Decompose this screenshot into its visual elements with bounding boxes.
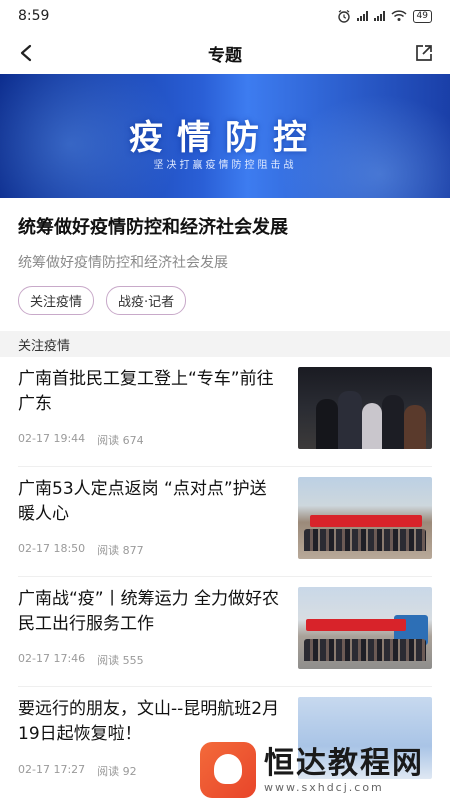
banner-title: 疫情防控 [129,118,321,158]
watermark: 恒达教程网 www.sxhdcj.com [200,740,450,800]
topic-tags: 关注疫情 战疫·记者 [18,286,432,315]
news-date: 02-17 17:27 [18,763,86,776]
news-date: 02-17 18:50 [18,542,86,555]
watermark-logo-icon [200,742,256,798]
news-date: 02-17 17:46 [18,652,86,665]
status-icons: 49 [337,9,432,23]
news-title: 广南53人定点返岗 “点对点”护送暖人心 [18,479,267,524]
signal-icon [356,11,368,21]
topic-title: 统筹做好疫情防控和经济社会发展 [18,217,288,238]
news-item[interactable]: 广南战“疫”丨统筹运力 全力做好农民工出行服务工作 02-17 17:46 阅读… [18,577,432,687]
section-title: 关注疫情 [18,338,71,354]
share-icon[interactable] [412,41,436,65]
news-item[interactable]: 广南首批民工复工登上“专车”前往广东 02-17 19:44 阅读 674 [18,357,432,467]
topic-description: 统筹做好疫情防控和经济社会发展 [18,255,228,271]
tag-follow-epidemic[interactable]: 关注疫情 [18,286,95,315]
back-arrow-icon[interactable] [14,41,38,65]
topic-banner: 疫情防控 坚决打赢疫情防控阻击战 [0,74,450,198]
alarm-icon [337,10,350,23]
signal-icon-2 [373,11,385,21]
news-reads: 阅读 674 [97,434,144,447]
news-date: 02-17 19:44 [18,432,86,445]
status-bar: 8:59 49 [0,0,450,32]
news-item[interactable]: 广南53人定点返岗 “点对点”护送暖人心 02-17 18:50 阅读 877 [18,467,432,577]
news-reads: 阅读 877 [97,544,144,557]
page-title: 专题 [208,45,242,66]
section-header: 关注疫情 [0,331,450,357]
watermark-url: www.sxhdcj.com [264,780,384,794]
news-thumbnail [298,587,432,669]
watermark-name: 恒达教程网 [264,745,424,781]
status-time: 8:59 [18,8,50,24]
news-title: 广南战“疫”丨统筹运力 全力做好农民工出行服务工作 [18,589,280,634]
news-reads: 阅读 555 [97,654,144,667]
tag-battle-reporter[interactable]: 战疫·记者 [106,286,187,315]
news-meta: 02-17 18:50 阅读 877 [18,542,280,558]
news-list: 广南首批民工复工登上“专车”前往广东 02-17 19:44 阅读 674 广南… [0,357,450,797]
wifi-icon [391,10,407,21]
nav-bar: 专题 [0,32,450,74]
news-meta: 02-17 19:44 阅读 674 [18,432,280,448]
news-thumbnail [298,477,432,559]
news-meta: 02-17 17:46 阅读 555 [18,652,280,668]
battery-icon: 49 [412,9,432,23]
news-thumbnail [298,367,432,449]
topic-info: 统筹做好疫情防控和经济社会发展 统筹做好疫情防控和经济社会发展 关注疫情 战疫·… [0,198,450,315]
banner-subtitle: 坚决打赢疫情防控阻击战 [153,160,297,171]
news-reads: 阅读 92 [97,765,137,778]
news-title: 广南首批民工复工登上“专车”前往广东 [18,369,274,414]
